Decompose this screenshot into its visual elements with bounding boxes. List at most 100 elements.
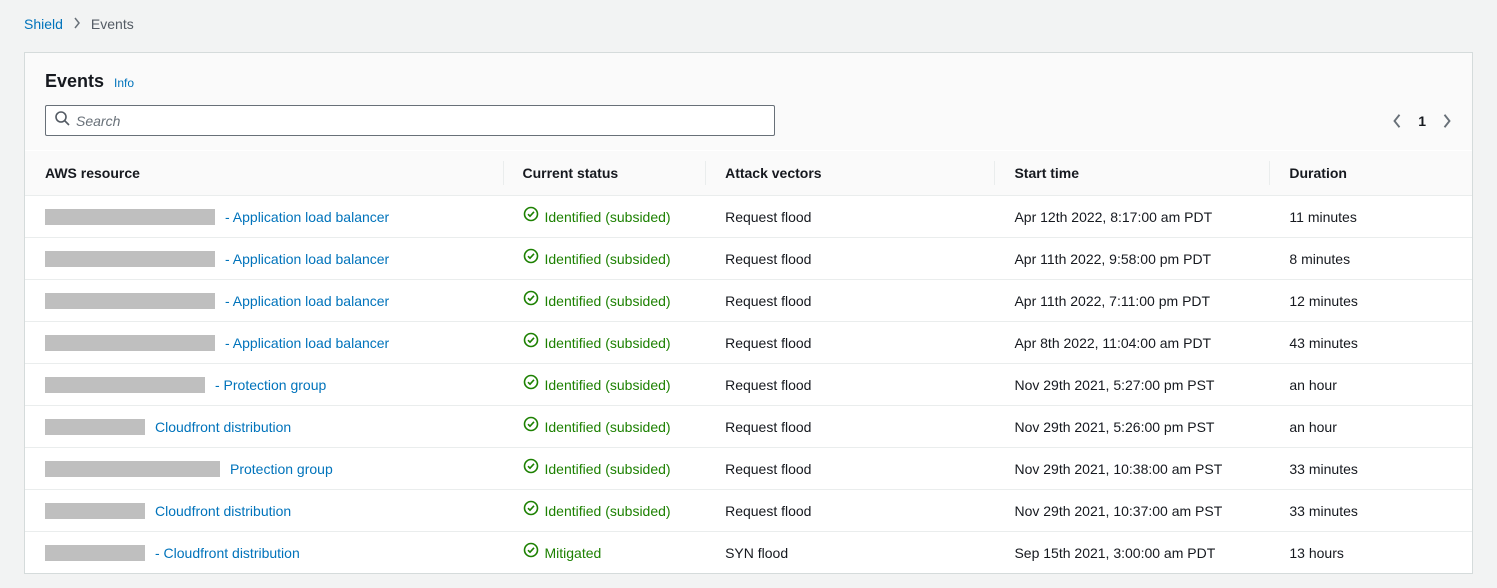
resource-link[interactable]: Cloudfront distribution [155,501,291,521]
breadcrumb: Shield Events [24,14,1473,34]
resource-link[interactable]: - Application load balancer [225,333,389,353]
start-time: Nov 29th 2021, 10:38:00 am PST [994,448,1269,490]
chevron-right-icon [73,14,81,34]
status-text: Identified (subsided) [545,333,671,353]
start-time: Apr 12th 2022, 8:17:00 am PDT [994,196,1269,238]
status-text: Mitigated [545,543,602,563]
status-indicator: Identified (subsided) [523,374,686,395]
table-header-row: AWS resource Current status Attack vecto… [25,151,1472,196]
redacted-resource-name [45,545,145,561]
table-row: Protection group Identified (subsided) Req… [25,448,1472,490]
status-text: Identified (subsided) [545,207,671,227]
status-text: Identified (subsided) [545,459,671,479]
status-indicator: Identified (subsided) [523,206,686,227]
start-time: Nov 29th 2021, 5:26:00 pm PST [994,406,1269,448]
check-circle-icon [523,248,539,269]
duration: an hour [1269,364,1472,406]
check-circle-icon [523,290,539,311]
table-row: - Application load balancer Identified (s… [25,238,1472,280]
attack-vector: Request flood [705,448,994,490]
attack-vector: Request flood [705,280,994,322]
status-indicator: Identified (subsided) [523,332,686,353]
attack-vector: Request flood [705,238,994,280]
duration: 13 hours [1269,532,1472,574]
page-number: 1 [1418,111,1426,131]
table-row: - Application load balancer Identified (s… [25,196,1472,238]
status-indicator: Identified (subsided) [523,500,686,521]
check-circle-icon [523,458,539,479]
check-circle-icon [523,416,539,437]
resource-link[interactable]: Protection group [230,459,333,479]
start-time: Sep 15th 2021, 3:00:00 am PDT [994,532,1269,574]
breadcrumb-current: Events [91,14,134,34]
table-row: Cloudfront distribution Identified (subsi… [25,490,1472,532]
resource-link[interactable]: Cloudfront distribution [155,417,291,437]
table-row: - Application load balancer Identified (s… [25,322,1472,364]
status-indicator: Identified (subsided) [523,290,686,311]
redacted-resource-name [45,503,145,519]
start-time: Nov 29th 2021, 10:37:00 am PST [994,490,1269,532]
resource-link[interactable]: - Application load balancer [225,291,389,311]
col-header-duration[interactable]: Duration [1269,151,1472,196]
redacted-resource-name [45,335,215,351]
col-header-vectors[interactable]: Attack vectors [705,151,994,196]
table-row: Cloudfront distribution Identified (subsi… [25,406,1472,448]
table-row: - Cloudfront distribution Mitigated SYN fl… [25,532,1472,574]
toolbar: 1 [45,105,1452,136]
start-time: Apr 8th 2022, 11:04:00 am PDT [994,322,1269,364]
resource-link[interactable]: - Protection group [215,375,326,395]
attack-vector: SYN flood [705,532,994,574]
resource-link[interactable]: - Application load balancer [225,249,389,269]
info-link[interactable]: Info [114,73,134,93]
duration: 11 minutes [1269,196,1472,238]
check-circle-icon [523,500,539,521]
attack-vector: Request flood [705,322,994,364]
search-icon [54,110,70,131]
attack-vector: Request flood [705,364,994,406]
redacted-resource-name [45,251,215,267]
duration: 43 minutes [1269,322,1472,364]
status-text: Identified (subsided) [545,501,671,521]
status-text: Identified (subsided) [545,249,671,269]
redacted-resource-name [45,293,215,309]
attack-vector: Request flood [705,196,994,238]
start-time: Apr 11th 2022, 9:58:00 pm PDT [994,238,1269,280]
attack-vector: Request flood [705,406,994,448]
check-circle-icon [523,542,539,563]
resource-link[interactable]: - Cloudfront distribution [155,543,300,563]
status-indicator: Mitigated [523,542,686,563]
pagination: 1 [1392,111,1452,131]
breadcrumb-root-link[interactable]: Shield [24,14,63,34]
status-indicator: Identified (subsided) [523,248,686,269]
duration: 33 minutes [1269,448,1472,490]
status-text: Identified (subsided) [545,417,671,437]
duration: 12 minutes [1269,280,1472,322]
table-row: - Protection group Identified (subsided) R… [25,364,1472,406]
check-circle-icon [523,374,539,395]
col-header-start[interactable]: Start time [994,151,1269,196]
panel-title: Events [45,71,104,91]
page-next-button[interactable] [1442,113,1452,129]
panel-header: Events Info 1 [25,53,1472,151]
check-circle-icon [523,206,539,227]
col-header-status[interactable]: Current status [503,151,706,196]
duration: 33 minutes [1269,490,1472,532]
redacted-resource-name [45,461,220,477]
status-text: Identified (subsided) [545,375,671,395]
status-indicator: Identified (subsided) [523,416,686,437]
start-time: Apr 11th 2022, 7:11:00 pm PDT [994,280,1269,322]
start-time: Nov 29th 2021, 5:27:00 pm PST [994,364,1269,406]
status-text: Identified (subsided) [545,291,671,311]
events-table: AWS resource Current status Attack vecto… [25,151,1472,573]
check-circle-icon [523,332,539,353]
search-input[interactable] [70,111,766,131]
duration: an hour [1269,406,1472,448]
events-panel: Events Info 1 [24,52,1473,574]
search-box[interactable] [45,105,775,136]
status-indicator: Identified (subsided) [523,458,686,479]
col-header-resource[interactable]: AWS resource [25,151,503,196]
resource-link[interactable]: - Application load balancer [225,207,389,227]
duration: 8 minutes [1269,238,1472,280]
redacted-resource-name [45,419,145,435]
page-prev-button[interactable] [1392,113,1402,129]
